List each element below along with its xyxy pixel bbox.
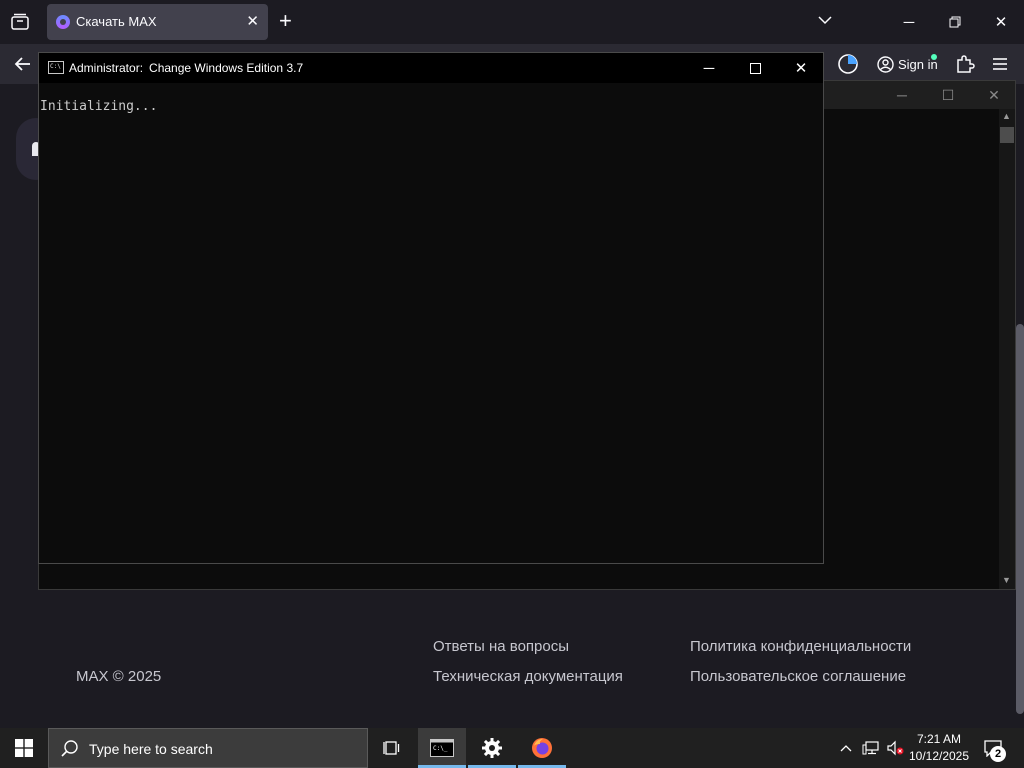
browser-restore-button[interactable] [932,0,978,44]
browser-tab[interactable]: Скачать MAX ✕ [47,4,268,40]
browser-minimize-button[interactable]: ─ [886,0,932,44]
taskbar-app-settings[interactable] [468,728,516,768]
taskbar-app-console[interactable]: C:\_ [418,728,466,768]
console-title-app: Change Windows Edition 3.7 [149,61,304,75]
windows-logo-icon [15,739,33,757]
console-close-button[interactable]: ✕ [778,53,824,83]
gear-icon [482,738,502,758]
console-titlebar[interactable]: Administrator: Change Windows Edition 3.7… [39,53,823,83]
notification-count-badge: 2 [990,746,1006,762]
network-icon[interactable] [860,728,882,768]
background-console-scrollbar[interactable]: ▲ ▼ [999,109,1015,589]
console-minimize-button[interactable]: ─ [686,53,732,83]
console-maximize-button[interactable] [732,53,778,83]
taskbar-clock[interactable]: 7:21 AM 10/12/2025 [906,731,972,765]
new-tab-button[interactable]: + [279,8,292,34]
scroll-down-icon[interactable]: ▼ [1002,575,1011,585]
console-title: Administrator: Change Windows Edition 3.7 [69,61,303,75]
console-title-admin: Administrator: [69,61,144,75]
taskbar-search-box[interactable]: Type here to search [48,728,368,768]
console-output: Initializing... [40,99,158,114]
windows-taskbar: Type here to search C:\_ 7:21 AM 10/12/2… [0,728,1024,768]
footer-link-docs[interactable]: Техническая документация [433,668,623,685]
background-scrollbar-thumb[interactable] [1000,127,1014,143]
background-minimize-button[interactable]: ─ [879,81,925,109]
tab-title: Скачать MAX [76,14,157,29]
firefox-icon [532,738,552,758]
console-window[interactable]: Administrator: Change Windows Edition 3.7… [38,52,824,564]
footer-link-privacy[interactable]: Политика конфиденциальности [690,638,911,655]
vpn-shield-icon[interactable] [836,52,860,76]
chevron-down-icon[interactable] [817,12,833,28]
search-placeholder: Type here to search [89,741,213,757]
background-close-button[interactable]: ✕ [971,81,1017,109]
search-icon [61,740,78,757]
clock-date: 10/12/2025 [908,749,970,763]
max-favicon-icon [56,15,70,29]
notification-dot [931,54,937,60]
page-scrollbar-thumb[interactable] [1016,324,1024,714]
footer-link-faq[interactable]: Ответы на вопросы [433,638,569,655]
browser-tab-strip: Скачать MAX ✕ + ─ ✕ [0,0,1024,44]
menu-hamburger-icon[interactable] [988,52,1012,76]
console-app-icon: C:\_ [430,739,454,757]
cmd-icon [48,61,64,74]
svg-text:C:\_: C:\_ [433,745,448,752]
start-button[interactable] [0,728,48,768]
task-view-icon [383,741,400,755]
task-view-button[interactable] [368,728,416,768]
footer-copyright: MAX © 2025 [76,668,162,685]
tab-close-icon[interactable]: ✕ [246,12,259,30]
back-arrow-icon[interactable] [12,53,34,75]
extensions-puzzle-icon[interactable] [953,52,977,76]
sign-in-button[interactable]: Sign in [869,48,943,80]
account-icon [877,56,894,73]
volume-muted-icon[interactable] [884,728,906,768]
background-maximize-button[interactable]: ☐ [925,81,971,109]
browser-close-button[interactable]: ✕ [978,0,1024,44]
tab-list-icon[interactable] [8,10,32,34]
footer-link-terms[interactable]: Пользовательское соглашение [690,668,906,685]
clock-time: 7:21 AM [916,732,962,746]
scroll-up-icon[interactable]: ▲ [1002,111,1011,121]
taskbar-app-firefox[interactable] [518,728,566,768]
show-hidden-icons-chevron-icon[interactable] [836,728,856,768]
